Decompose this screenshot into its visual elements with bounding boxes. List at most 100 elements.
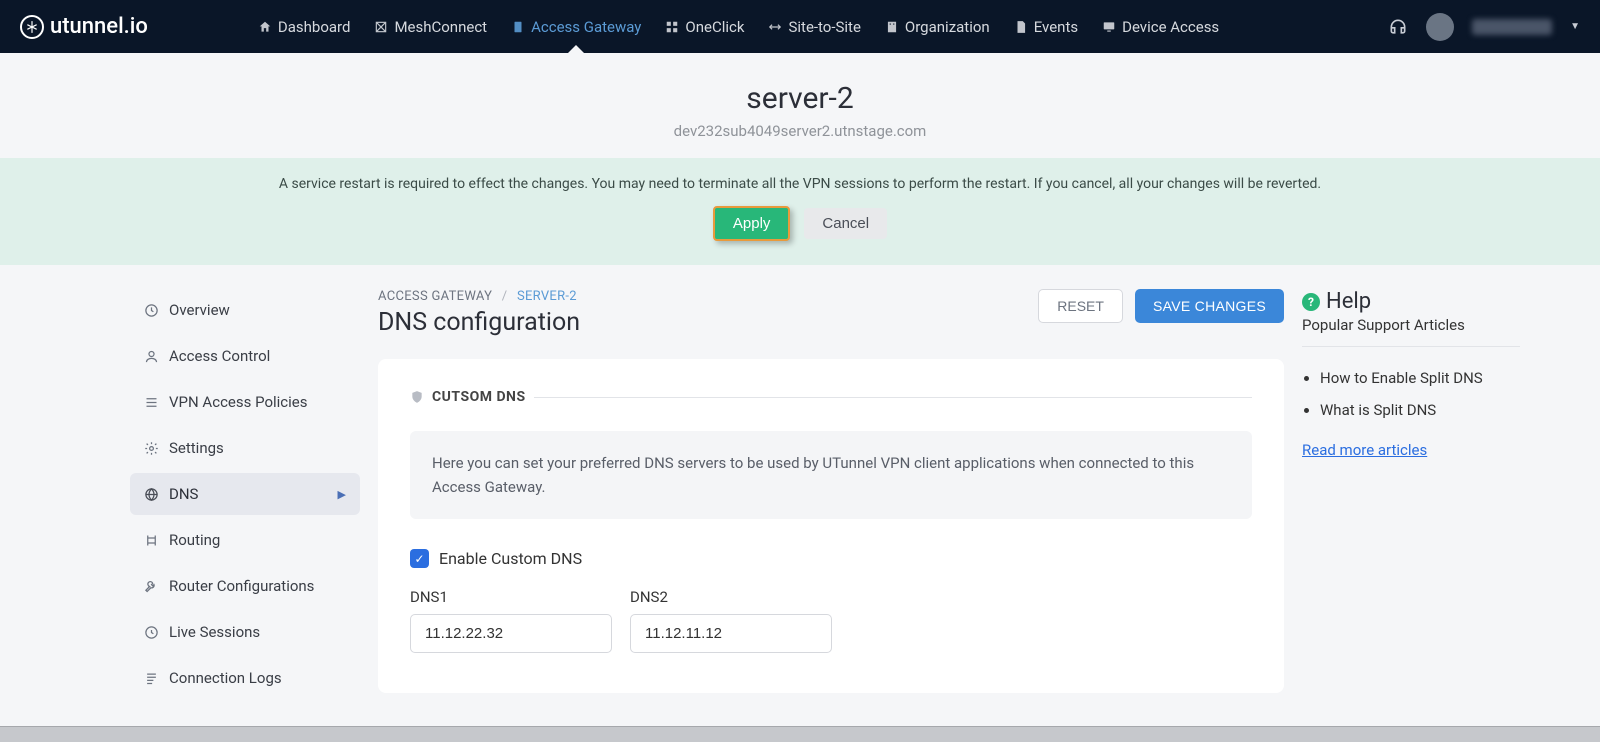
sidebar-dns[interactable]: DNS ▶ xyxy=(130,473,360,515)
sidebar-label: Routing xyxy=(169,531,220,549)
main-title: DNS configuration xyxy=(378,308,580,337)
sidebar-live-sessions[interactable]: Live Sessions xyxy=(130,611,360,653)
help-panel: ? Help Popular Support Articles How to E… xyxy=(1302,289,1520,703)
globe-icon xyxy=(144,487,159,502)
logs-icon xyxy=(144,671,159,686)
logo-icon xyxy=(20,15,44,39)
monitor-icon xyxy=(1102,20,1116,34)
logo-text: utunnel.io xyxy=(50,14,148,39)
sidebar-connection-logs[interactable]: Connection Logs xyxy=(130,657,360,699)
enable-dns-checkbox[interactable]: ✓ xyxy=(410,549,429,568)
grid-icon xyxy=(665,20,679,34)
nav-label: Access Gateway xyxy=(531,18,641,36)
top-nav: Dashboard MeshConnect Access Gateway One… xyxy=(258,2,1388,52)
mesh-icon xyxy=(374,20,388,34)
swap-icon xyxy=(768,20,782,34)
nav-events[interactable]: Events xyxy=(1014,2,1078,52)
sidebar-overview[interactable]: Overview xyxy=(130,289,360,331)
shield-icon xyxy=(410,390,424,404)
sidebar-label: Router Configurations xyxy=(169,577,314,595)
dns1-label: DNS1 xyxy=(410,588,612,606)
nav-label: Site-to-Site xyxy=(788,18,860,36)
dns2-field: DNS2 xyxy=(630,588,832,653)
dns2-input[interactable] xyxy=(630,614,832,653)
help-icon: ? xyxy=(1302,293,1320,311)
help-item[interactable]: How to Enable Split DNS xyxy=(1320,369,1520,387)
main: ACCESS GATEWAY / SERVER-2 DNS configurat… xyxy=(378,289,1284,703)
nav-meshconnect[interactable]: MeshConnect xyxy=(374,2,487,52)
dns-info: Here you can set your preferred DNS serv… xyxy=(410,431,1252,519)
support-icon[interactable] xyxy=(1388,17,1408,37)
main-header: ACCESS GATEWAY / SERVER-2 DNS configurat… xyxy=(378,289,1284,337)
page-title: server-2 xyxy=(0,81,1600,116)
crumb-current[interactable]: SERVER-2 xyxy=(517,289,577,304)
home-icon xyxy=(258,20,272,34)
user-menu-caret[interactable]: ▼ xyxy=(1570,21,1580,32)
logo[interactable]: utunnel.io xyxy=(20,14,148,39)
sidebar-label: DNS xyxy=(169,485,198,503)
gateway-icon xyxy=(511,20,525,34)
nav-label: Events xyxy=(1034,18,1078,36)
breadcrumb: ACCESS GATEWAY / SERVER-2 xyxy=(378,289,580,304)
nav-label: Organization xyxy=(905,18,990,36)
help-item[interactable]: What is Split DNS xyxy=(1320,401,1520,419)
section-title: CUTSOM DNS xyxy=(432,389,526,405)
user-name-blurred xyxy=(1472,19,1552,35)
building-icon xyxy=(885,20,899,34)
horizontal-scrollbar[interactable] xyxy=(0,726,1600,742)
sidebar-settings[interactable]: Settings xyxy=(130,427,360,469)
help-title: Help xyxy=(1326,289,1371,314)
nav-device-access[interactable]: Device Access xyxy=(1102,2,1219,52)
nav-oneclick[interactable]: OneClick xyxy=(665,2,744,52)
sidebar-routing[interactable]: Routing xyxy=(130,519,360,561)
user-avatar[interactable] xyxy=(1426,13,1454,41)
sidebar-label: Live Sessions xyxy=(169,623,260,641)
read-more-link[interactable]: Read more articles xyxy=(1302,441,1427,459)
sidebar-label: Overview xyxy=(169,301,230,319)
sidebar-label: Settings xyxy=(169,439,224,457)
nav-label: Dashboard xyxy=(278,18,351,36)
sidebar-vpn-policies[interactable]: VPN Access Policies xyxy=(130,381,360,423)
gear-icon xyxy=(144,441,159,456)
dns-fields: DNS1 DNS2 xyxy=(410,588,1252,653)
section-header: CUTSOM DNS xyxy=(410,389,1252,405)
help-subtitle: Popular Support Articles xyxy=(1302,316,1520,347)
route-icon xyxy=(144,533,159,548)
list-icon xyxy=(144,395,159,410)
nav-label: Device Access xyxy=(1122,18,1219,36)
crumb-root[interactable]: ACCESS GATEWAY xyxy=(378,289,492,304)
nav-site-to-site[interactable]: Site-to-Site xyxy=(768,2,860,52)
nav-label: OneClick xyxy=(685,18,744,36)
sidebar-label: Access Control xyxy=(169,347,270,365)
nav-dashboard[interactable]: Dashboard xyxy=(258,2,351,52)
nav-access-gateway[interactable]: Access Gateway xyxy=(511,2,641,52)
topbar-right: ▼ xyxy=(1388,13,1580,41)
save-changes-button[interactable]: SAVE CHANGES xyxy=(1135,289,1284,323)
cancel-button[interactable]: Cancel xyxy=(804,208,887,239)
enable-dns-row: ✓ Enable Custom DNS xyxy=(410,549,1252,568)
sidebar-label: VPN Access Policies xyxy=(169,393,308,411)
restart-banner: A service restart is required to effect … xyxy=(0,158,1600,265)
doc-icon xyxy=(1014,20,1028,34)
help-list: How to Enable Split DNS What is Split DN… xyxy=(1302,369,1520,419)
banner-text: A service restart is required to effect … xyxy=(20,176,1580,192)
content-row: Overview Access Control VPN Access Polic… xyxy=(40,265,1560,703)
apply-button[interactable]: Apply xyxy=(713,206,791,241)
nav-label: MeshConnect xyxy=(394,18,487,36)
help-heading: ? Help xyxy=(1302,289,1520,314)
user-icon xyxy=(144,349,159,364)
nav-organization[interactable]: Organization xyxy=(885,2,990,52)
main-actions: RESET SAVE CHANGES xyxy=(1038,289,1284,323)
dns1-input[interactable] xyxy=(410,614,612,653)
clock-icon xyxy=(144,303,159,318)
enable-dns-label: Enable Custom DNS xyxy=(439,549,582,568)
page-header: server-2 dev232sub4049server2.utnstage.c… xyxy=(0,53,1600,158)
clock2-icon xyxy=(144,625,159,640)
sidebar-access-control[interactable]: Access Control xyxy=(130,335,360,377)
topbar: utunnel.io Dashboard MeshConnect Access … xyxy=(0,0,1600,53)
sidebar-router-config[interactable]: Router Configurations xyxy=(130,565,360,607)
reset-button[interactable]: RESET xyxy=(1038,289,1123,323)
chevron-right-icon: ▶ xyxy=(338,488,346,501)
page-subtitle: dev232sub4049server2.utnstage.com xyxy=(0,122,1600,140)
sidebar: Overview Access Control VPN Access Polic… xyxy=(130,289,360,703)
